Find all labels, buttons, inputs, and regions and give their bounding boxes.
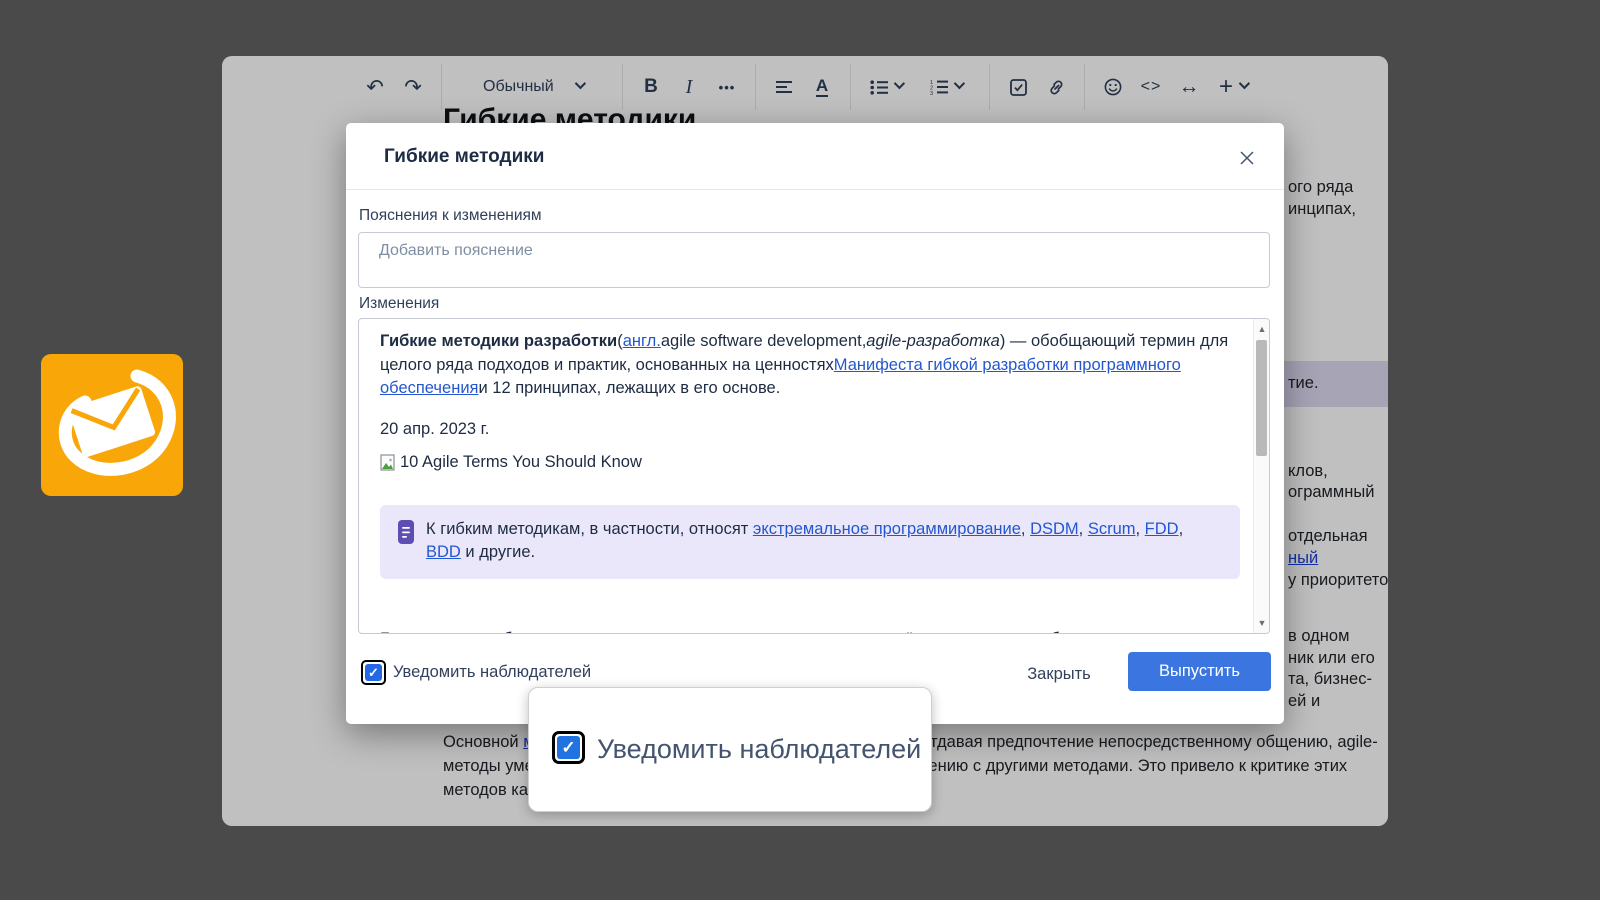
image-alt-text: 10 Agile Terms You Should Know bbox=[400, 451, 642, 475]
date-text: 20 апр. 2023 г. bbox=[380, 418, 1247, 442]
notify-watchers-checkbox[interactable]: ✓ bbox=[361, 660, 386, 685]
scroll-down-icon[interactable]: ▼ bbox=[1254, 615, 1270, 631]
bdd-link[interactable]: BDD bbox=[426, 543, 461, 561]
rich-text: , bbox=[1136, 520, 1145, 538]
rich-text: , bbox=[1079, 520, 1088, 538]
email-app-icon[interactable] bbox=[41, 354, 183, 496]
clipped-paragraph: Большинство гибких методик нацелены на м… bbox=[380, 630, 1270, 634]
info-panel: К гибким методикам, в частности, относят… bbox=[380, 505, 1240, 579]
magnified-notify-label: Уведомить наблюдателей bbox=[597, 734, 921, 765]
rich-text: Гибкие методики разработки bbox=[380, 332, 617, 350]
publish-button[interactable]: Выпустить bbox=[1128, 652, 1271, 691]
scroll-up-icon[interactable]: ▲ bbox=[1254, 321, 1270, 337]
magnified-notify-checkbox[interactable]: ✓ bbox=[552, 731, 585, 764]
rich-text: agile software development, bbox=[661, 332, 866, 350]
scrollbar[interactable]: ▲ ▼ bbox=[1253, 319, 1269, 633]
dialog-title: Гибкие методики bbox=[384, 146, 544, 168]
publish-dialog: Гибкие методики Пояснения к изменениям И… bbox=[346, 123, 1284, 724]
lang-link[interactable]: англ. bbox=[623, 332, 661, 350]
changes-preview[interactable]: Гибкие методики разработки(англ.agile so… bbox=[358, 318, 1270, 634]
comment-input[interactable] bbox=[358, 232, 1270, 288]
rich-text: К гибким методикам, в частности, относят bbox=[426, 520, 753, 538]
dsdm-link[interactable]: DSDM bbox=[1030, 520, 1079, 538]
cancel-button[interactable]: Закрыть bbox=[1014, 657, 1104, 691]
checkbox-check-icon: ✓ bbox=[365, 664, 382, 681]
broken-image-icon bbox=[380, 454, 396, 472]
rich-text: , bbox=[1021, 520, 1030, 538]
paragraph: Гибкие методики разработки(англ.agile so… bbox=[380, 330, 1247, 401]
rich-text: и другие. bbox=[461, 543, 535, 561]
comment-label: Пояснения к изменениям bbox=[359, 207, 542, 225]
close-button[interactable] bbox=[1234, 145, 1260, 171]
rich-text: , bbox=[1179, 520, 1184, 538]
note-icon bbox=[396, 519, 416, 545]
fdd-link[interactable]: FDD bbox=[1145, 520, 1179, 538]
notify-watchers-label: Уведомить наблюдателей bbox=[393, 663, 591, 682]
changes-content: Гибкие методики разработки(англ.agile so… bbox=[359, 319, 1253, 633]
close-icon bbox=[1239, 150, 1255, 166]
xp-link[interactable]: экстремальное программирование bbox=[753, 520, 1021, 538]
checkbox-check-icon: ✓ bbox=[557, 736, 580, 759]
broken-image-line: 10 Agile Terms You Should Know bbox=[380, 451, 1247, 475]
envelope-swirl-icon bbox=[41, 354, 183, 496]
rich-text: и 12 принципах, лежащих в его основе. bbox=[478, 379, 780, 397]
dialog-header: Гибкие методики bbox=[346, 123, 1284, 190]
scrum-link[interactable]: Scrum bbox=[1088, 520, 1136, 538]
magnifier-popup: ✓ Уведомить наблюдателей bbox=[528, 687, 932, 812]
rich-text: agile-разработка bbox=[866, 332, 1000, 350]
scrollbar-thumb[interactable] bbox=[1256, 340, 1267, 456]
changes-label: Изменения bbox=[359, 295, 439, 313]
